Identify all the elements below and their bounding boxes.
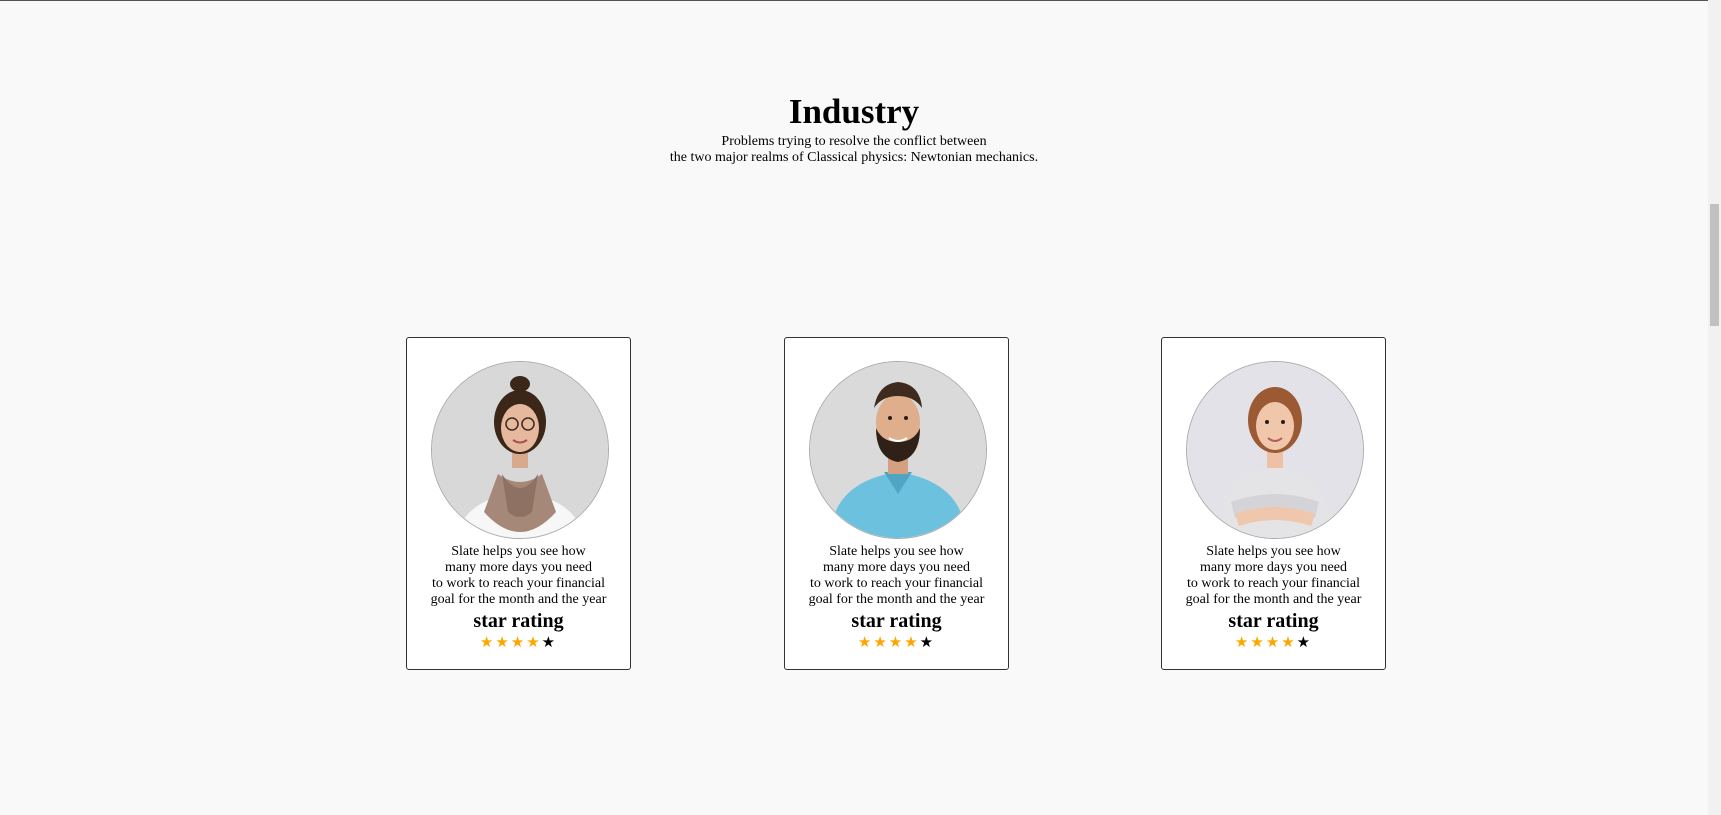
testimonial-card: Slate helps you see how many more days y… xyxy=(784,337,1009,670)
testimonial-line: goal for the month and the year xyxy=(1185,592,1362,607)
avatar xyxy=(431,361,609,539)
testimonial-line: to work to reach your financial xyxy=(432,576,605,591)
top-border xyxy=(0,0,1721,1)
testimonial-line: goal for the month and the year xyxy=(430,592,607,607)
star-empty-icon: ★ xyxy=(541,633,558,651)
star-filled-icon: ★ xyxy=(873,633,889,651)
vertical-scrollbar[interactable] xyxy=(1708,0,1721,815)
page-title: Industry xyxy=(788,92,920,131)
testimonial-line: Slate helps you see how xyxy=(829,544,964,559)
testimonial-line: Slate helps you see how xyxy=(451,544,586,559)
star-filled-icon: ★ xyxy=(904,633,920,651)
testimonial-line: to work to reach your financial xyxy=(1187,576,1360,591)
woman-with-scarf-photo xyxy=(432,362,608,538)
testimonial-text: Slate helps you see how many more days y… xyxy=(1162,544,1385,608)
subtitle-line-1: Problems trying to resolve the conflict … xyxy=(721,134,987,149)
star-filled-icon: ★ xyxy=(1234,633,1251,651)
testimonial-line: goal for the month and the year xyxy=(808,592,985,607)
rating-title: star rating xyxy=(851,610,942,632)
section-header: Industry Problems trying to resolve the … xyxy=(0,90,1708,166)
star-filled-icon: ★ xyxy=(510,633,527,651)
avatar xyxy=(1186,361,1364,539)
star-filled-icon: ★ xyxy=(1265,633,1282,651)
star-rating: ★★★★★ xyxy=(1162,633,1385,651)
testimonial-line: Slate helps you see how xyxy=(1206,544,1341,559)
testimonial-card: Slate helps you see how many more days y… xyxy=(406,337,631,670)
avatar xyxy=(809,361,987,539)
star-empty-icon: ★ xyxy=(1296,633,1313,651)
star-filled-icon: ★ xyxy=(495,633,511,651)
star-filled-icon: ★ xyxy=(479,633,496,651)
star-filled-icon: ★ xyxy=(1250,633,1266,651)
bearded-man-photo xyxy=(810,362,986,538)
testimonial-line: to work to reach your financial xyxy=(810,576,983,591)
testimonial-text: Slate helps you see how many more days y… xyxy=(407,544,630,608)
star-rating: ★★★★★ xyxy=(785,633,1008,651)
testimonial-line: many more days you need xyxy=(445,560,592,575)
testimonial-line: many more days you need xyxy=(823,560,970,575)
star-empty-icon: ★ xyxy=(919,633,936,651)
rating-title: star rating xyxy=(473,610,564,632)
testimonial-text: Slate helps you see how many more days y… xyxy=(785,544,1008,608)
star-filled-icon: ★ xyxy=(526,633,542,651)
scrollbar-thumb[interactable] xyxy=(1710,204,1719,326)
testimonial-card: Slate helps you see how many more days y… xyxy=(1161,337,1386,670)
star-rating: ★★★★★ xyxy=(407,633,630,651)
rating-title: star rating xyxy=(1228,610,1319,632)
star-filled-icon: ★ xyxy=(888,633,905,651)
testimonial-line: many more days you need xyxy=(1200,560,1347,575)
star-filled-icon: ★ xyxy=(1281,633,1297,651)
woman-crossed-arms-photo xyxy=(1187,362,1363,538)
subtitle-line-2: the two major realms of Classical physic… xyxy=(669,150,1039,165)
star-filled-icon: ★ xyxy=(857,633,874,651)
